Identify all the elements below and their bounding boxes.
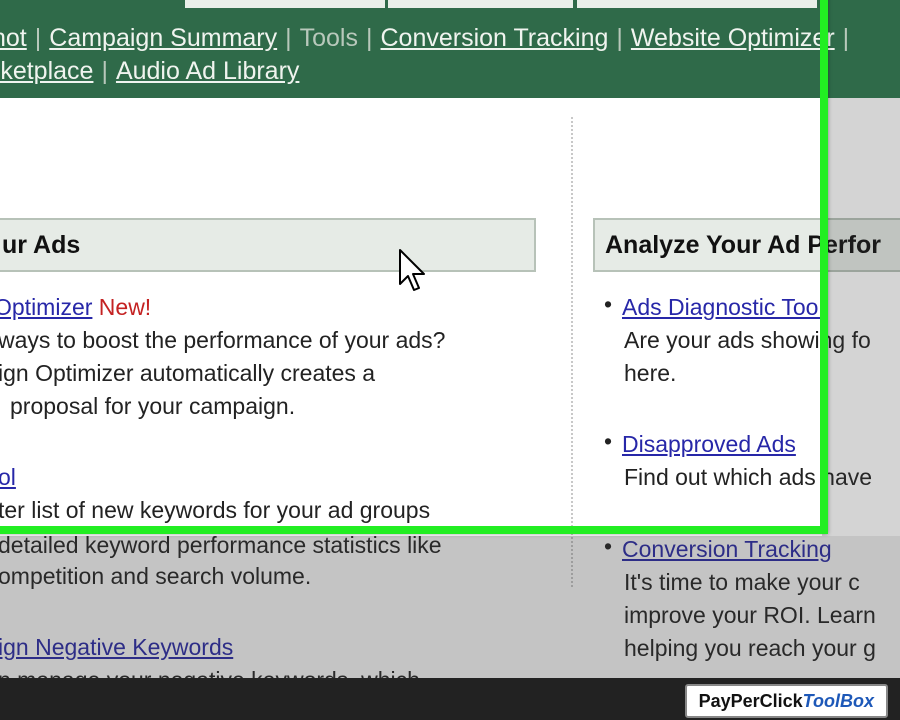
top-tab[interactable] xyxy=(577,0,817,8)
payperclick-toolbox-logo: PayPerClickToolBox xyxy=(684,684,888,718)
top-navigation: hot|Campaign Summary|Tools|Conversion Tr… xyxy=(0,10,900,98)
bullet-icon: • xyxy=(604,291,613,317)
keyword-tool-desc-1: ter list of new keywords for your ad gro… xyxy=(0,497,431,523)
nav-link-website-optimizer[interactable]: Website Optimizer xyxy=(631,24,835,52)
analyze-item-1-desc-2: here. xyxy=(624,360,677,386)
top-tab-strip xyxy=(0,0,900,10)
nav-link-conversion-tracking[interactable]: Conversion Tracking xyxy=(381,24,609,52)
nav-row-2: rketplace | Audio Ad Library xyxy=(0,57,299,86)
analyze-item-2-title: Disapproved Ads xyxy=(622,428,796,461)
bullet-icon: • xyxy=(604,428,613,454)
disapproved-ads-link[interactable]: Disapproved Ads xyxy=(622,431,796,457)
top-tab[interactable] xyxy=(388,0,573,8)
optimizer-desc-2: ign Optimizer automatically creates a xyxy=(0,360,376,386)
nav-current-tools[interactable]: Tools xyxy=(300,24,358,52)
keyword-tool-link[interactable]: ol xyxy=(0,464,16,490)
optimizer-title: Optimizer New! xyxy=(0,291,151,324)
nav-link-audio-ad-library[interactable]: Audio Ad Library xyxy=(116,57,299,85)
bottom-bar: PayPerClickToolBox xyxy=(0,678,900,720)
nav-link-campaign-summary[interactable]: Campaign Summary xyxy=(49,24,277,52)
nav-link-marketplace[interactable]: rketplace xyxy=(0,57,93,85)
new-badge: New! xyxy=(98,294,152,320)
logo-text-part2: ToolBox xyxy=(802,691,874,711)
optimizer-desc-3: proposal for your campaign. xyxy=(10,393,296,419)
mouse-pointer-icon xyxy=(399,249,425,291)
dim-overlay-right xyxy=(822,98,900,536)
keyword-tool-title: ol xyxy=(0,461,16,494)
nav-row-1: hot|Campaign Summary|Tools|Conversion Tr… xyxy=(0,24,857,53)
ads-diagnostic-tool-link[interactable]: Ads Diagnostic Tool xyxy=(622,294,824,320)
column-divider xyxy=(571,117,573,587)
dim-overlay-bottom xyxy=(0,536,900,678)
optimizer-desc-1: ways to boost the performance of your ad… xyxy=(0,327,446,353)
top-tab[interactable] xyxy=(185,0,385,8)
nav-link-hot[interactable]: hot xyxy=(0,24,27,52)
analyze-item-1-title: Ads Diagnostic Tool xyxy=(622,291,824,324)
logo-text-part1: PayPerClick xyxy=(698,691,803,711)
section-header-your-ads: ur Ads xyxy=(0,218,536,272)
optimizer-link[interactable]: Optimizer xyxy=(0,294,92,320)
